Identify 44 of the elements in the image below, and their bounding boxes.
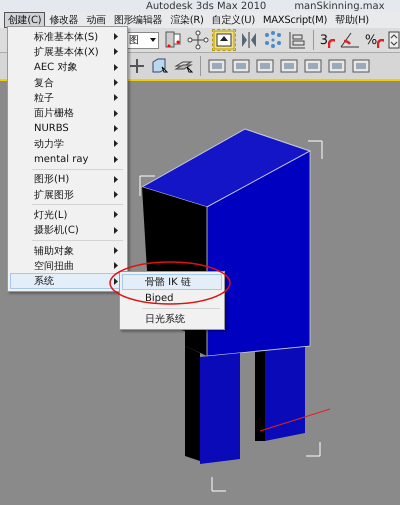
- menu-item[interactable]: 灯光(L): [10, 207, 125, 223]
- menu-item[interactable]: 日光系统: [122, 311, 222, 327]
- menu-bar-item[interactable]: 修改器: [45, 12, 82, 28]
- selection-bracket: [140, 176, 156, 196]
- menu-bar-item[interactable]: 图形编辑器: [110, 12, 166, 28]
- snap-label[interactable]: %: [364, 32, 378, 48]
- selection-bracket: [212, 476, 226, 492]
- menu-item[interactable]: 面片栅格: [10, 105, 125, 121]
- menu-bar-item[interactable]: 动画: [82, 12, 110, 28]
- menu-item[interactable]: 动力学: [10, 136, 125, 152]
- align-icon[interactable]: [287, 30, 308, 50]
- magnet-icon[interactable]: [377, 39, 384, 49]
- menu-item[interactable]: 复合: [10, 74, 125, 90]
- selection-bracket: [306, 442, 320, 456]
- menu-bar-item[interactable]: 帮助(H): [331, 12, 373, 28]
- menu-item[interactable]: NURBS: [10, 120, 125, 136]
- menu-item[interactable]: 扩展基本体(X): [10, 44, 125, 60]
- move-icon[interactable]: [187, 30, 210, 50]
- axis-line: [260, 408, 330, 432]
- menu-item[interactable]: mental ray: [10, 151, 125, 167]
- caret-icon: [150, 38, 156, 42]
- snap-label[interactable]: 3: [320, 32, 328, 48]
- menu-item[interactable]: AEC 对象: [10, 60, 125, 75]
- window-title: Autodesk 3ds Max 2010: [146, 0, 266, 12]
- menu-item[interactable]: 辅助对象: [10, 242, 125, 258]
- selection-bracket: [308, 140, 322, 160]
- toolbar-icon[interactable]: [163, 30, 184, 50]
- menu-item[interactable]: 摄影机(C): [10, 222, 125, 238]
- menu-item[interactable]: 图形(H): [10, 172, 125, 187]
- menu-item[interactable]: 粒子: [10, 90, 125, 106]
- menu-item[interactable]: 扩展图形: [10, 186, 125, 202]
- viewport-dropdown[interactable]: 图: [126, 32, 160, 48]
- menu-item[interactable]: 骨骼 IK 链: [122, 274, 222, 290]
- menu-item[interactable]: Biped: [122, 290, 222, 306]
- spinner-icon[interactable]: [388, 30, 400, 50]
- file-name: manSkinning.max: [294, 0, 385, 12]
- menu-bar-item[interactable]: 渲染(R): [166, 12, 208, 28]
- angle-snap-icon[interactable]: [338, 30, 361, 50]
- plus-icon[interactable]: [128, 56, 146, 76]
- select-icon[interactable]: [213, 30, 236, 50]
- menu-item[interactable]: 标准基本体(S): [10, 29, 125, 44]
- menu-bar-item[interactable]: 自定义(U): [208, 12, 259, 28]
- menu-bar-item[interactable]: MAXScript(M): [258, 14, 332, 26]
- magnet-icon[interactable]: [328, 39, 335, 49]
